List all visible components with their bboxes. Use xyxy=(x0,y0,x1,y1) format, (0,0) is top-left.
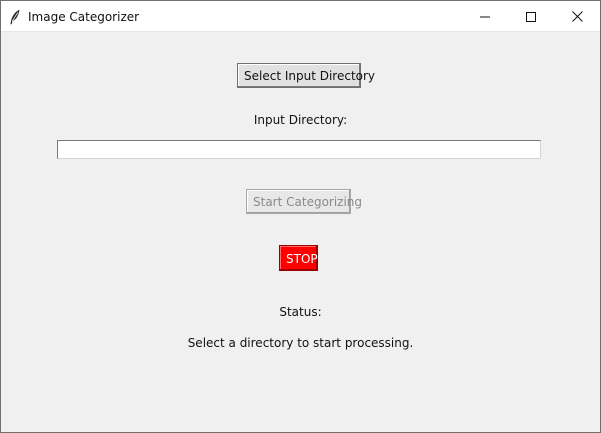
stop-button[interactable]: STOP xyxy=(279,245,318,271)
minimize-icon xyxy=(480,16,490,17)
feather-icon xyxy=(10,9,20,25)
input-directory-field[interactable] xyxy=(57,140,541,159)
minimize-button[interactable] xyxy=(462,1,508,32)
status-label: Status: xyxy=(279,305,322,319)
close-icon xyxy=(571,11,583,22)
main-content: Select Input Directory Input Directory: … xyxy=(1,32,600,432)
input-directory-label: Input Directory: xyxy=(253,113,348,127)
start-categorizing-button[interactable]: Start Categorizing xyxy=(246,189,362,214)
title-bar[interactable]: Image Categorizer xyxy=(1,1,600,32)
close-button[interactable] xyxy=(554,1,600,32)
app-window: Image Categorizer Select Input Directory… xyxy=(0,0,601,433)
maximize-icon xyxy=(526,11,536,22)
status-message: Select a directory to start processing. xyxy=(187,336,414,350)
window-title: Image Categorizer xyxy=(28,10,140,24)
maximize-button[interactable] xyxy=(508,1,554,32)
select-input-directory-button[interactable]: Select Input Directory xyxy=(237,63,375,88)
